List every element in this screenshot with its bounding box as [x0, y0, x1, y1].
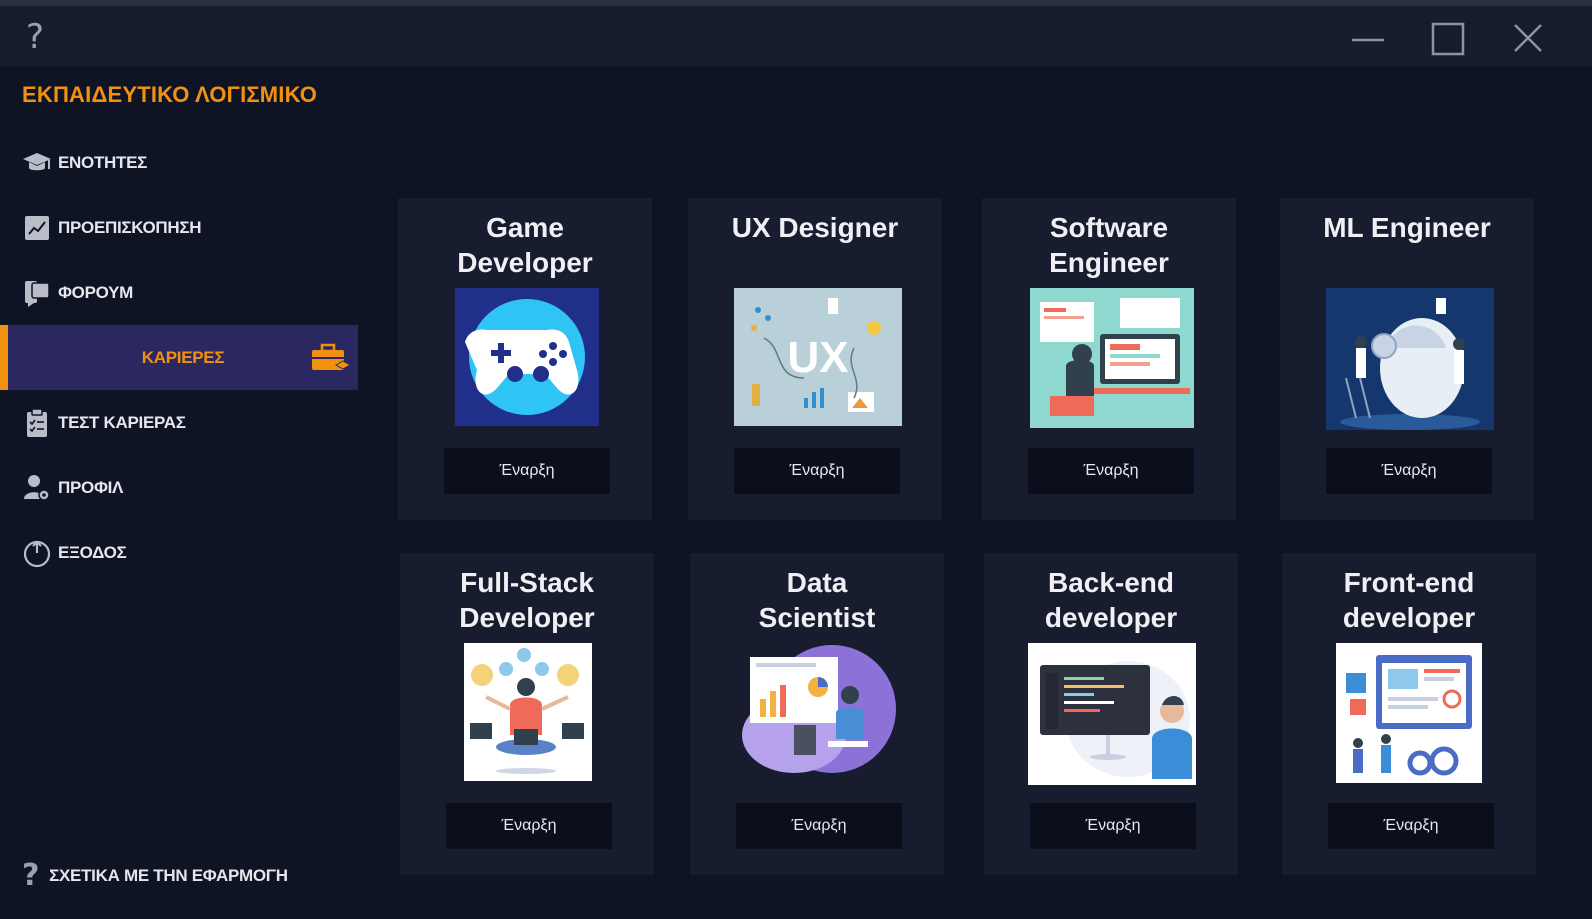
front-end-illustration [1336, 643, 1482, 783]
about-app-link[interactable]: ? ΣΧΕΤΙΚΑ ΜΕ ΤΗΝ ΕΦΑΡΜΟΓΗ [22, 858, 288, 893]
power-icon [20, 536, 54, 570]
card-title-line: Game [486, 212, 564, 243]
card-title-line: Back-end [1047, 567, 1175, 598]
minimize-button[interactable] [1348, 20, 1388, 60]
card-title-line: Data [786, 567, 848, 598]
forum-icon [20, 276, 54, 310]
sidebar-nav: ΕΝΟΤΗΤΕΣ ΠΡΟΕΠΙΣΚΟΠΗΣΗ ΦΟΡΟΥΜ ΚΑΡΙΕΡΕΣ Τ… [0, 130, 362, 585]
sidebar-item-preview[interactable]: ΠΡΟΕΠΙΣΚΟΠΗΣΗ [0, 195, 362, 260]
maximize-button[interactable] [1428, 20, 1468, 60]
close-button[interactable] [1508, 20, 1548, 60]
career-card-back-end-developer: Back-end developer Έναρξη [984, 553, 1238, 875]
start-button[interactable]: Έναρξη [1328, 803, 1494, 849]
sidebar-item-label: ΤΕΣΤ ΚΑΡΙΕΡΑΣ [58, 412, 186, 432]
maximize-icon [1431, 22, 1465, 56]
start-button[interactable]: Έναρξη [444, 448, 610, 494]
ml-engineer-illustration [1326, 288, 1494, 430]
card-title-line: developer [1342, 602, 1476, 633]
card-title: Software Engineer [982, 210, 1236, 280]
help-button[interactable]: ? [26, 20, 44, 54]
data-scientist-illustration [736, 643, 900, 777]
close-icon [1514, 24, 1542, 52]
card-title: Back-end developer [984, 565, 1238, 635]
career-card-ux-designer: UX Designer UX Έναρξη [688, 198, 942, 520]
career-card-software-engineer: Software Engineer Έναρξη [982, 198, 1236, 520]
minimize-icon [1352, 38, 1384, 42]
software-engineer-illustration [1030, 288, 1194, 428]
card-title: Full-Stack Developer [400, 565, 654, 635]
question-icon: ? [22, 858, 40, 893]
start-button[interactable]: Έναρξη [736, 803, 902, 849]
sidebar-item-label: ΦΟΡΟΥΜ [58, 282, 133, 302]
sidebar-item-units[interactable]: ΕΝΟΤΗΤΕΣ [0, 130, 362, 195]
chart-icon [20, 211, 54, 245]
career-card-ml-engineer: ML Engineer Έναρξη [1280, 198, 1534, 520]
start-button[interactable]: Έναρξη [446, 803, 612, 849]
card-title-line: UX Designer [731, 212, 899, 243]
card-title: Front-end developer [1282, 565, 1536, 635]
title-bar: ? [0, 0, 1592, 66]
briefcase-icon [310, 343, 352, 380]
sidebar-item-careers[interactable]: ΚΑΡΙΕΡΕΣ [0, 325, 358, 390]
gamepad-illustration [455, 288, 599, 426]
career-card-front-end-developer: Front-end developer Έναρξη [1282, 553, 1536, 875]
card-title: Game Developer [398, 210, 652, 280]
career-card-full-stack-developer: Full-Stack Developer Έναρξη [400, 553, 654, 875]
sidebar-item-career-test[interactable]: ΤΕΣΤ ΚΑΡΙΕΡΑΣ [0, 390, 362, 455]
card-title-line: Front-end [1343, 567, 1475, 598]
back-end-illustration [1028, 643, 1196, 785]
card-title-line: Engineer [1049, 247, 1169, 278]
about-app-label: ΣΧΕΤΙΚΑ ΜΕ ΤΗΝ ΕΦΑΡΜΟΓΗ [49, 865, 288, 885]
full-stack-illustration [464, 643, 592, 781]
start-button[interactable]: Έναρξη [1028, 448, 1194, 494]
card-title-line: developer [1044, 602, 1178, 633]
card-title: Data Scientist [690, 565, 944, 635]
card-title-line: Developer [459, 602, 595, 633]
start-button[interactable]: Έναρξη [1326, 448, 1492, 494]
sidebar-item-exit[interactable]: ΕΞΟΔΟΣ [0, 520, 362, 585]
sidebar-item-label: ΠΡΟΦΙΛ [58, 477, 124, 497]
sidebar-item-label: ΚΑΡΙΕΡΕΣ [141, 347, 225, 367]
graduation-cap-icon [20, 146, 54, 180]
start-button[interactable]: Έναρξη [1030, 803, 1196, 849]
career-card-data-scientist: Data Scientist Έναρξη [690, 553, 944, 875]
card-title-line: Developer [457, 247, 593, 278]
sidebar-item-label: ΕΞΟΔΟΣ [58, 542, 127, 562]
ux-illustration: UX [734, 288, 902, 426]
card-title-line: Scientist [758, 602, 876, 633]
sidebar-item-profile[interactable]: ΠΡΟΦΙΛ [0, 455, 362, 520]
card-title: UX Designer [688, 210, 942, 245]
clipboard-icon [20, 406, 54, 440]
sidebar-item-label: ΕΝΟΤΗΤΕΣ [58, 152, 148, 172]
card-title-line: Software [1049, 212, 1169, 243]
user-settings-icon [20, 471, 54, 505]
card-title-line: ML Engineer [1323, 212, 1491, 243]
start-button[interactable]: Έναρξη [734, 448, 900, 494]
career-card-game-developer: Game Developer Έναρξη [398, 198, 652, 520]
card-title: ML Engineer [1280, 210, 1534, 245]
sidebar-item-label: ΠΡΟΕΠΙΣΚΟΠΗΣΗ [58, 217, 202, 237]
svg-text:UX: UX [787, 333, 848, 382]
card-title-line: Full-Stack [460, 567, 594, 598]
sidebar-item-forum[interactable]: ΦΟΡΟΥΜ [0, 260, 362, 325]
app-title: ΕΚΠΑΙΔΕΥΤΙΚΟ ΛΟΓΙΣΜΙΚΟ [22, 82, 318, 107]
